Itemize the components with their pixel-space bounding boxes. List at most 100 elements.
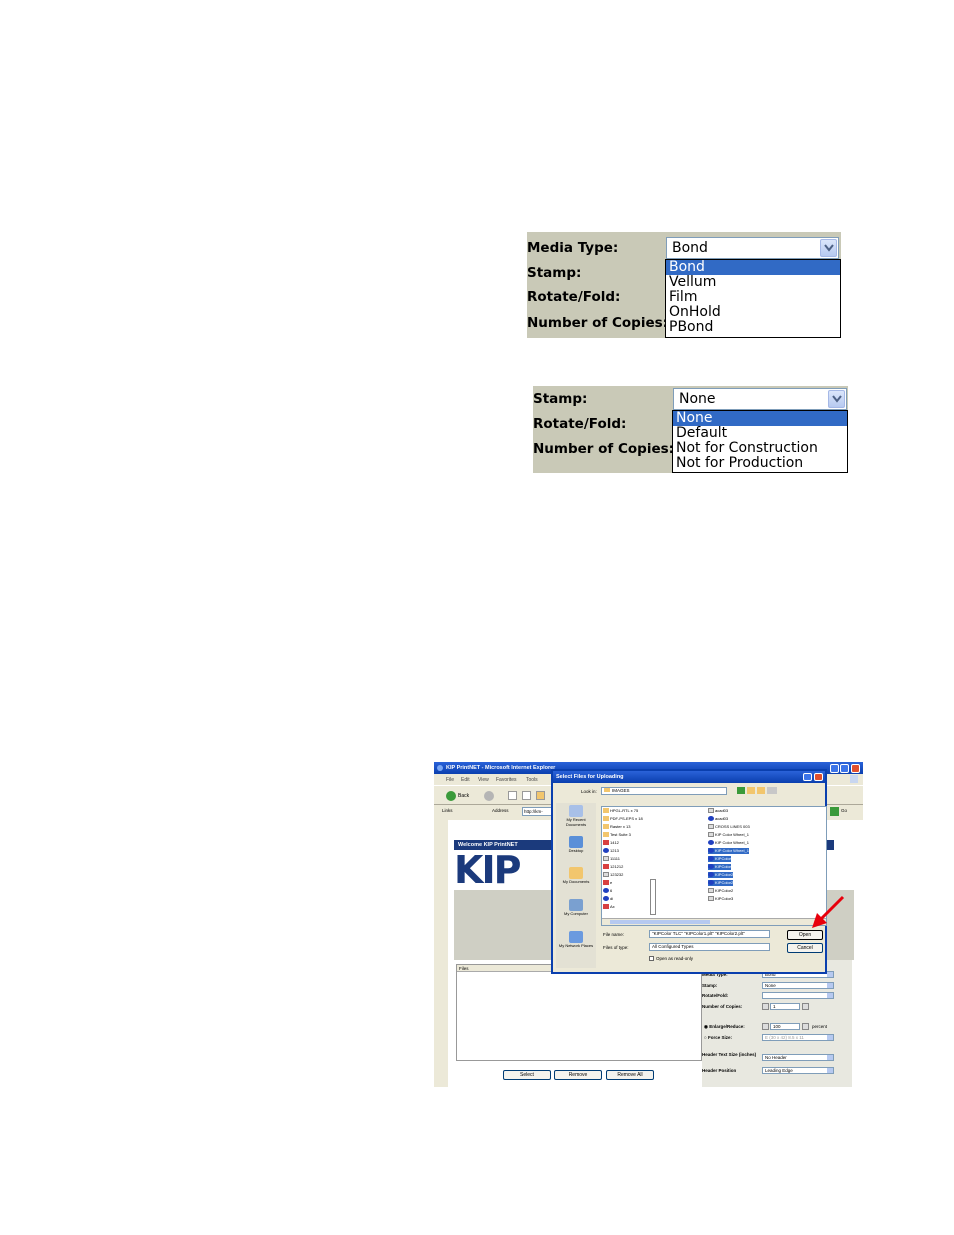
list-item-selected[interactable]: KIPColor2 — [708, 880, 734, 886]
list-item[interactable]: di — [603, 896, 613, 902]
files-list[interactable]: Files — [456, 964, 702, 1061]
dialog-close-icon[interactable] — [814, 773, 823, 781]
increment-button[interactable] — [802, 1003, 809, 1010]
enlarge-increment-button[interactable] — [802, 1023, 809, 1030]
chevron-down-icon[interactable] — [828, 390, 845, 408]
force-size-select[interactable]: E (30 x 42) 8.5 x 11 — [762, 1034, 834, 1041]
chevron-down-icon — [827, 1055, 833, 1060]
go-label[interactable]: Go — [841, 808, 847, 813]
list-item[interactable]: Test Suite 3 — [603, 832, 631, 838]
list-item[interactable]: 1213 — [603, 848, 619, 854]
media-type-select[interactable]: Bond — [666, 237, 839, 259]
list-item-selected[interactable]: KIPColor2 — [708, 872, 734, 878]
horizontal-scrollbar[interactable] — [602, 918, 826, 925]
place-my-computer[interactable]: My Computer — [556, 899, 596, 917]
decrement-button[interactable] — [762, 1003, 769, 1010]
new-folder-icon[interactable] — [757, 787, 765, 794]
rotate-fold-select[interactable] — [762, 992, 834, 999]
header-text-size-value: No Header — [765, 1055, 787, 1060]
remove-button[interactable]: Remove — [554, 1070, 602, 1080]
views-menu-icon[interactable] — [767, 787, 777, 794]
place-desktop[interactable]: Desktop — [556, 836, 596, 854]
place-my-documents[interactable]: My Documents — [556, 867, 596, 885]
option-none[interactable]: None — [673, 411, 847, 426]
list-item[interactable]: acad03 — [708, 808, 728, 814]
refresh-icon[interactable] — [522, 791, 531, 800]
list-item-selected[interactable]: KIPColor — [708, 864, 732, 870]
enlarge-input[interactable]: 100 — [770, 1023, 800, 1030]
list-item[interactable]: Ax — [603, 904, 615, 910]
menu-view[interactable]: View — [478, 777, 489, 783]
option-onhold[interactable]: OnHold — [666, 305, 840, 320]
list-item[interactable]: KIP Color Wheel_1 — [708, 840, 749, 846]
option-bond[interactable]: Bond — [666, 260, 840, 275]
file-list[interactable]: HPGL-RTL x 75 PDF-PS-EPS x 18 Raster x 1… — [601, 806, 827, 926]
forward-arrow-icon[interactable] — [484, 791, 494, 801]
option-default[interactable]: Default — [673, 426, 847, 441]
menu-tools[interactable]: Tools — [526, 777, 538, 783]
cancel-button[interactable]: Cancel — [787, 943, 823, 953]
header-position-select[interactable]: Leading Edge — [762, 1067, 834, 1074]
header-position-value: Leading Edge — [765, 1068, 793, 1073]
look-in-select[interactable]: IMAGES — [601, 787, 727, 795]
option-pbond[interactable]: PBond — [666, 320, 840, 335]
home-icon[interactable] — [536, 791, 545, 800]
list-item[interactable]: 6 — [603, 888, 612, 894]
file-name-input[interactable]: "KIPColor TLC" "KIPColor1.plt" "KIPColor… — [649, 930, 770, 938]
scrollbar-thumb[interactable] — [610, 920, 710, 924]
minimize-button[interactable] — [830, 764, 839, 773]
list-item[interactable]: KIPColor3 — [708, 896, 733, 902]
up-folder-icon[interactable] — [747, 787, 755, 794]
list-item[interactable]: acad03 — [708, 816, 728, 822]
go-icon[interactable] — [830, 807, 839, 816]
help-icon[interactable] — [803, 773, 812, 781]
back-label[interactable]: Back — [458, 793, 469, 799]
stop-icon[interactable] — [508, 791, 517, 800]
maximize-button[interactable] — [840, 764, 849, 773]
list-item[interactable]: Raster x 13 — [603, 824, 630, 830]
select-button[interactable]: Select — [503, 1070, 551, 1080]
header-text-size-select[interactable]: No Header — [762, 1054, 834, 1061]
back-icon[interactable] — [737, 787, 745, 794]
list-item[interactable]: PDF-PS-EPS x 18 — [603, 816, 643, 822]
list-item[interactable]: e — [603, 880, 612, 886]
copies-input[interactable]: 1 — [770, 1003, 800, 1010]
look-in-label: Look in: — [581, 789, 597, 794]
stamp-select[interactable]: None — [762, 982, 834, 989]
option-film[interactable]: Film — [666, 290, 840, 305]
list-item[interactable]: 11111 — [603, 856, 620, 862]
remove-all-button[interactable]: Remove All — [606, 1070, 654, 1080]
close-button[interactable] — [851, 764, 860, 773]
list-item[interactable]: KIP Color Wheel_1 — [708, 832, 749, 838]
file-type-select[interactable]: All Configured Types — [649, 943, 770, 951]
stamp-select[interactable]: None — [673, 388, 847, 410]
plot-file-icon — [603, 848, 609, 853]
option-not-for-production[interactable]: Not for Production — [673, 456, 847, 471]
list-item[interactable]: HPGL-RTL x 75 — [603, 808, 638, 814]
list-item-selected[interactable]: KIPColor — [708, 856, 732, 862]
list-item[interactable]: 1412 — [603, 840, 619, 846]
chevron-down-icon[interactable] — [820, 239, 837, 257]
folder-icon — [603, 808, 609, 813]
place-network[interactable]: My Network Places — [556, 931, 596, 949]
links-label[interactable]: Links — [442, 808, 453, 813]
back-arrow-icon[interactable] — [446, 791, 456, 801]
option-not-for-construction[interactable]: Not for Construction — [673, 441, 847, 456]
stamp-options-list: None Default Not for Construction Not fo… — [672, 410, 848, 473]
enlarge-decrement-button[interactable] — [762, 1023, 769, 1030]
readonly-checkbox[interactable]: Open as read-only — [649, 956, 693, 961]
menu-edit[interactable]: Edit — [461, 777, 470, 783]
option-vellum[interactable]: Vellum — [666, 275, 840, 290]
place-recent[interactable]: My Recent Documents — [556, 805, 596, 827]
list-item[interactable]: 123232 — [603, 872, 623, 878]
chevron-down-icon — [827, 993, 833, 998]
rotate-fold-label: Rotate/Fold: — [702, 993, 729, 998]
plot-file-icon — [708, 880, 714, 885]
list-item[interactable]: KIPColor2 — [708, 888, 733, 894]
menu-file[interactable]: File — [446, 777, 454, 783]
menu-favorites[interactable]: Favorites — [496, 777, 517, 783]
list-item-selected[interactable]: KIP Color Wheel_1 — [708, 848, 749, 854]
list-item[interactable]: 121212 — [603, 864, 623, 870]
list-item[interactable]: CROSS LINES 003 — [708, 824, 750, 830]
look-in-value: IMAGES — [612, 788, 630, 793]
